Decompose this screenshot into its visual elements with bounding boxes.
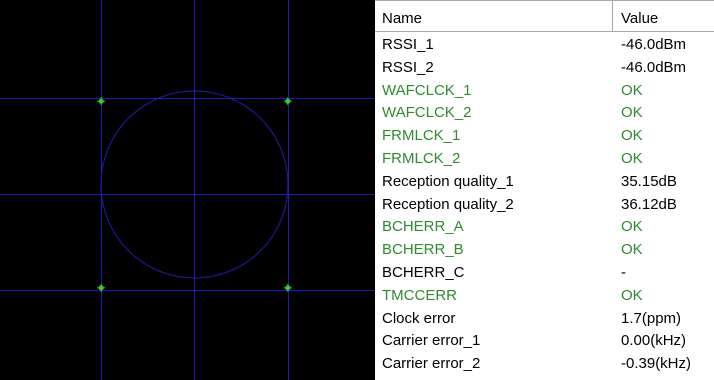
row-value: -0.39(kHz) — [621, 355, 692, 373]
constellation-plot — [0, 0, 375, 380]
column-header-value[interactable]: Value — [613, 0, 714, 32]
row-value: OK — [621, 286, 643, 304]
row-value: OK — [621, 81, 643, 99]
row-value: OK — [621, 104, 643, 122]
row-value: 1.7(ppm) — [621, 309, 682, 327]
row-value: -46.0dBm — [621, 58, 687, 76]
plot-grid — [0, 0, 375, 380]
table-row[interactable]: Carrier error_1 0.00(kHz) — [375, 330, 714, 352]
column-header-name[interactable]: Name — [375, 0, 613, 32]
row-value: OK — [621, 218, 643, 236]
row-name: Carrier error_2 — [382, 355, 481, 373]
table-row[interactable]: Clock error 1.7(ppm) — [375, 308, 714, 330]
table-row[interactable]: FRMLCK_2 OK — [375, 148, 714, 170]
row-name: BCHERR_A — [382, 218, 464, 236]
table-row[interactable]: WAFCLCK_2 OK — [375, 102, 714, 124]
row-value: - — [621, 264, 626, 281]
table-row[interactable]: WAFCLCK_1 OK — [375, 80, 714, 102]
constellation-canvas — [0, 0, 375, 380]
row-name: BCHERR_C — [382, 264, 465, 281]
table-header: Name Value — [375, 0, 714, 32]
table-row[interactable]: Reception quality_2 36.12dB — [375, 194, 714, 216]
table-row[interactable]: TMCCERR OK — [375, 285, 714, 307]
row-value: OK — [621, 127, 643, 145]
row-name: FRMLCK_2 — [382, 150, 461, 167]
row-name: Reception quality_1 — [382, 172, 514, 190]
row-name: Reception quality_2 — [382, 195, 514, 213]
status-table: Name Value RSSI_1 -46.0dBm RSSI_2 -46.0dBm W… — [375, 0, 714, 380]
row-value: OK — [621, 241, 643, 259]
row-value: 0.00(kHz) — [621, 332, 687, 350]
row-name: Clock error — [382, 309, 456, 327]
table-row[interactable]: Reception quality_1 35.15dB — [375, 171, 714, 193]
row-name: BCHERR_B — [382, 241, 464, 259]
row-name: Carrier error_1 — [382, 332, 481, 350]
table-row[interactable]: BCHERR_A OK — [375, 216, 714, 238]
table-row[interactable]: BCHERR_C - — [375, 262, 714, 284]
row-name: FRMLCK_1 — [382, 127, 461, 145]
table-row[interactable]: RSSI_1 -46.0dBm — [375, 34, 714, 56]
row-name: TMCCERR — [382, 286, 457, 304]
row-name: WAFCLCK_1 — [382, 81, 472, 99]
row-value: -46.0dBm — [621, 36, 687, 53]
row-name: RSSI_2 — [382, 58, 434, 76]
table-row[interactable]: Carrier error_2 -0.39(kHz) — [375, 353, 714, 375]
row-name: RSSI_1 — [382, 36, 434, 53]
table-row[interactable]: BCHERR_B OK — [375, 239, 714, 261]
row-name: WAFCLCK_2 — [382, 104, 472, 122]
row-value: 35.15dB — [621, 172, 677, 190]
row-value: 36.12dB — [621, 195, 677, 213]
row-value: OK — [621, 150, 643, 167]
table-row[interactable]: RSSI_2 -46.0dBm — [375, 57, 714, 79]
table-row[interactable]: FRMLCK_1 OK — [375, 125, 714, 147]
